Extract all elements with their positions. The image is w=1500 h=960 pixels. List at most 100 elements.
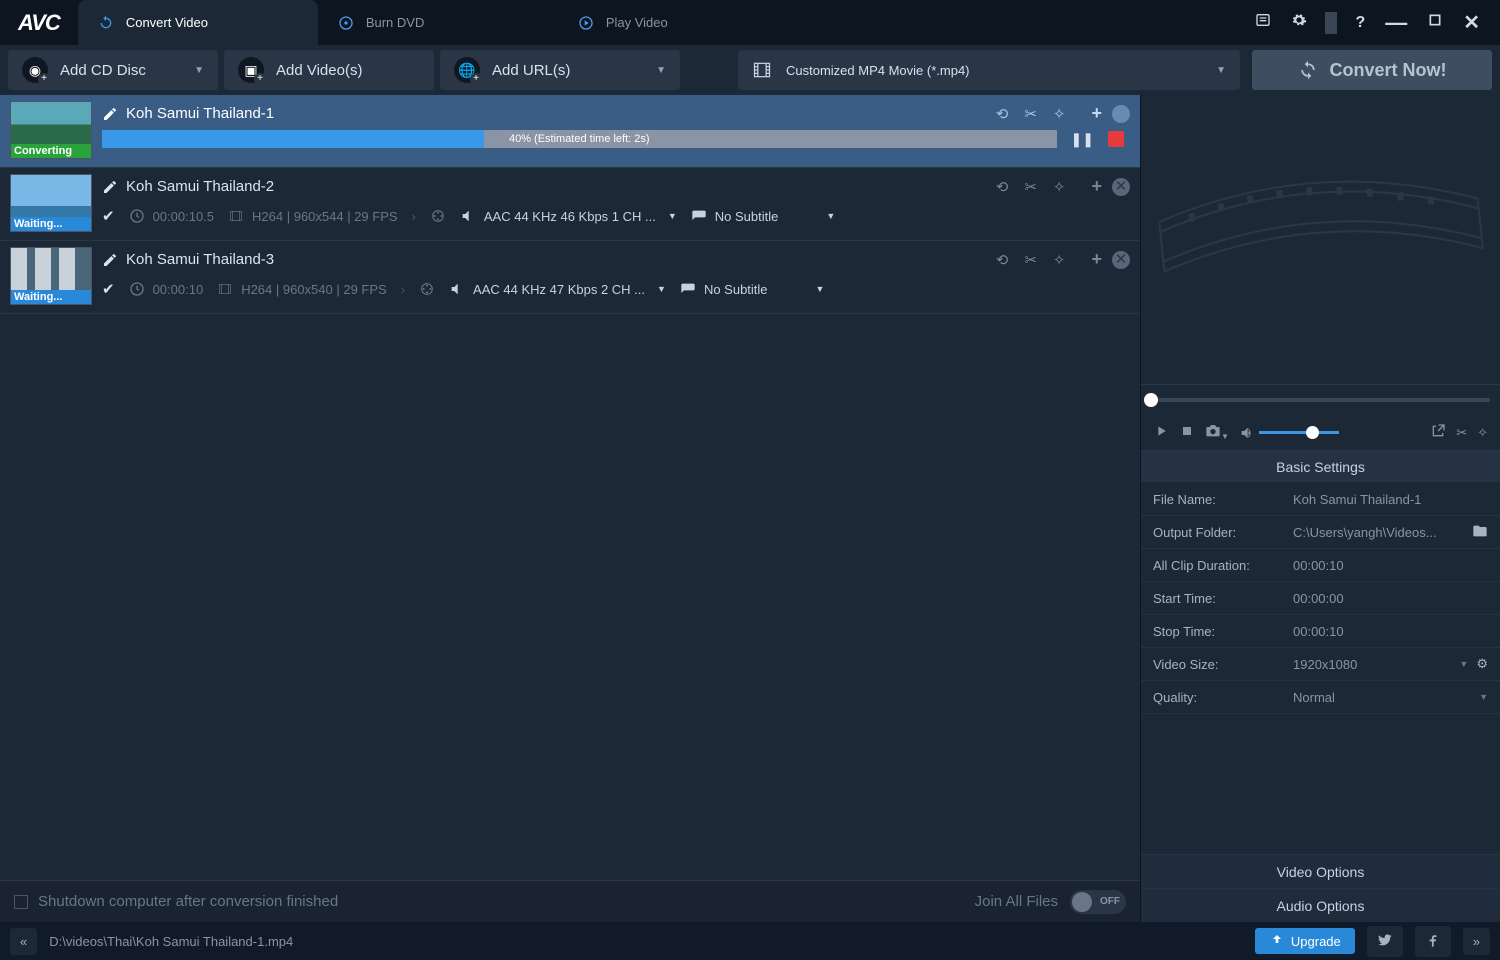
clock-icon (129, 208, 145, 224)
audio-menu[interactable]: AAC 44 KHz 47 Kbps 2 CH ...▼ (449, 281, 666, 297)
options-icon[interactable] (1249, 8, 1277, 37)
tab-convert-video[interactable]: Convert Video (78, 0, 318, 45)
cut-icon[interactable]: ✂ (1456, 425, 1467, 441)
edit-icon[interactable] (102, 106, 118, 122)
cut-icon[interactable]: ✂ (1024, 105, 1037, 123)
tab-burn-dvd[interactable]: Burn DVD (318, 0, 558, 45)
snapshot-button[interactable]: ▼ (1205, 423, 1229, 442)
current-file-path: D:\videos\Thai\Koh Samui Thailand-1.mp4 (49, 934, 293, 949)
gear-icon[interactable] (1285, 8, 1313, 37)
play-circle-icon (578, 15, 594, 31)
video-options-header[interactable]: Video Options (1141, 854, 1500, 888)
add-icon[interactable]: + (1091, 249, 1102, 270)
remove-icon[interactable] (1112, 105, 1130, 123)
add-cd-disc-button[interactable]: ◉ Add CD Disc ▼ (8, 50, 218, 90)
add-icon[interactable]: + (1091, 176, 1102, 197)
shutdown-checkbox[interactable] (14, 895, 28, 909)
twitter-icon[interactable] (1367, 926, 1403, 957)
volume-control[interactable] (1239, 425, 1339, 441)
edit-icon[interactable] (102, 179, 118, 195)
prop-label: Start Time: (1153, 591, 1293, 606)
convert-now-button[interactable]: Convert Now! (1252, 50, 1492, 90)
refresh-icon[interactable]: ⟲ (996, 178, 1009, 196)
tab-play-video[interactable]: Play Video (558, 0, 798, 45)
basic-settings-heading: Basic Settings (1141, 451, 1500, 483)
remove-icon[interactable]: ✕ (1112, 251, 1130, 269)
output-folder-value[interactable]: C:\Users\yangh\Videos... (1293, 525, 1472, 540)
cut-icon[interactable]: ✂ (1024, 178, 1037, 196)
checkmark-icon[interactable]: ✔ (102, 280, 115, 298)
item-title: Koh Samui Thailand-3 (126, 251, 274, 268)
duration: 00:00:10 (153, 282, 204, 297)
progress-text: 40% (Estimated time left: 2s) (102, 130, 1057, 148)
minimize-icon[interactable]: — (1379, 6, 1413, 40)
video-info: H264 | 960x544 | 29 FPS (252, 209, 398, 224)
effects-icon[interactable]: ✧ (1053, 105, 1066, 123)
stop-time-value[interactable]: 00:00:10 (1293, 624, 1488, 639)
speaker-icon (449, 281, 465, 297)
prop-label: Video Size: (1153, 657, 1293, 672)
effects-icon[interactable]: ✧ (1053, 178, 1066, 196)
status-badge: Converting (11, 144, 91, 158)
video-info: H264 | 960x540 | 29 FPS (241, 282, 387, 297)
app-logo: AVC (0, 10, 78, 36)
film-icon (217, 281, 233, 297)
popout-icon[interactable] (1430, 423, 1446, 442)
browse-folder-icon[interactable] (1472, 523, 1488, 542)
subtitle-menu[interactable]: No Subtitle▼ (691, 208, 836, 224)
close-icon[interactable]: ✕ (1457, 6, 1486, 39)
prop-label: Quality: (1153, 690, 1293, 705)
disc-add-icon: ◉ (22, 57, 48, 83)
add-icon[interactable]: + (1091, 103, 1102, 124)
help-icon[interactable]: ? (1349, 10, 1371, 36)
audio-menu[interactable]: AAC 44 KHz 46 Kbps 1 CH ...▼ (460, 208, 677, 224)
chevron-down-icon: ▼ (194, 65, 204, 76)
cut-icon[interactable]: ✂ (1024, 251, 1037, 269)
edit-icon[interactable] (102, 252, 118, 268)
upload-icon (1269, 933, 1285, 949)
button-label: Add Video(s) (276, 62, 362, 79)
remove-icon[interactable]: ✕ (1112, 178, 1130, 196)
speaker-icon (460, 208, 476, 224)
output-profile-selector[interactable]: Customized MP4 Movie (*.mp4) ▼ (738, 50, 1240, 90)
add-urls-button[interactable]: 🌐 Add URL(s) ▼ (440, 50, 680, 90)
reel-icon (430, 208, 446, 224)
list-item[interactable]: Waiting... Koh Samui Thailand-2 ⟲ ✂ ✧ + … (0, 168, 1140, 241)
refresh-icon[interactable]: ⟲ (996, 105, 1009, 123)
checkmark-icon[interactable]: ✔ (102, 207, 115, 225)
button-label: Add CD Disc (60, 62, 146, 79)
subtitle-menu[interactable]: No Subtitle▼ (680, 281, 825, 297)
chevron-down-icon: ▼ (1459, 659, 1468, 669)
maximize-icon[interactable] (1421, 8, 1449, 37)
pause-button[interactable]: ❚❚ (1071, 131, 1094, 148)
facebook-icon[interactable] (1415, 926, 1451, 957)
stop-button[interactable] (1179, 423, 1195, 442)
file-name-value[interactable]: Koh Samui Thailand-1 (1293, 492, 1488, 507)
list-item[interactable]: Waiting... Koh Samui Thailand-3 ⟲ ✂ ✧ + … (0, 241, 1140, 314)
gear-icon[interactable]: ⚙ (1476, 656, 1488, 672)
start-time-value[interactable]: 00:00:00 (1293, 591, 1488, 606)
tab-label: Play Video (606, 15, 668, 30)
video-codec-menu[interactable] (430, 208, 446, 224)
film-icon (228, 208, 244, 224)
add-videos-button[interactable]: ▣ Add Video(s) (224, 50, 434, 90)
upgrade-button[interactable]: Upgrade (1255, 928, 1355, 954)
next-button[interactable]: » (1463, 928, 1490, 955)
preview-seekbar[interactable] (1141, 385, 1500, 415)
video-size-select[interactable]: 1920x1080 (1293, 657, 1459, 672)
stop-button[interactable] (1108, 131, 1124, 147)
video-add-icon: ▣ (238, 57, 264, 83)
video-codec-menu[interactable] (419, 281, 435, 297)
join-all-toggle[interactable]: OFF (1070, 890, 1126, 914)
play-button[interactable] (1153, 423, 1169, 442)
effects-icon[interactable]: ✧ (1053, 251, 1066, 269)
list-item[interactable]: Converting Koh Samui Thailand-1 ⟲ ✂ ✧ + (0, 95, 1140, 168)
film-icon (752, 60, 772, 80)
conversion-list: Converting Koh Samui Thailand-1 ⟲ ✂ ✧ + (0, 95, 1140, 880)
refresh-icon[interactable]: ⟲ (996, 251, 1009, 269)
prev-button[interactable]: « (10, 928, 37, 955)
volume-icon (1239, 425, 1255, 441)
effects-icon[interactable]: ✧ (1477, 425, 1488, 441)
audio-options-header[interactable]: Audio Options (1141, 888, 1500, 922)
quality-select[interactable]: Normal (1293, 690, 1479, 705)
